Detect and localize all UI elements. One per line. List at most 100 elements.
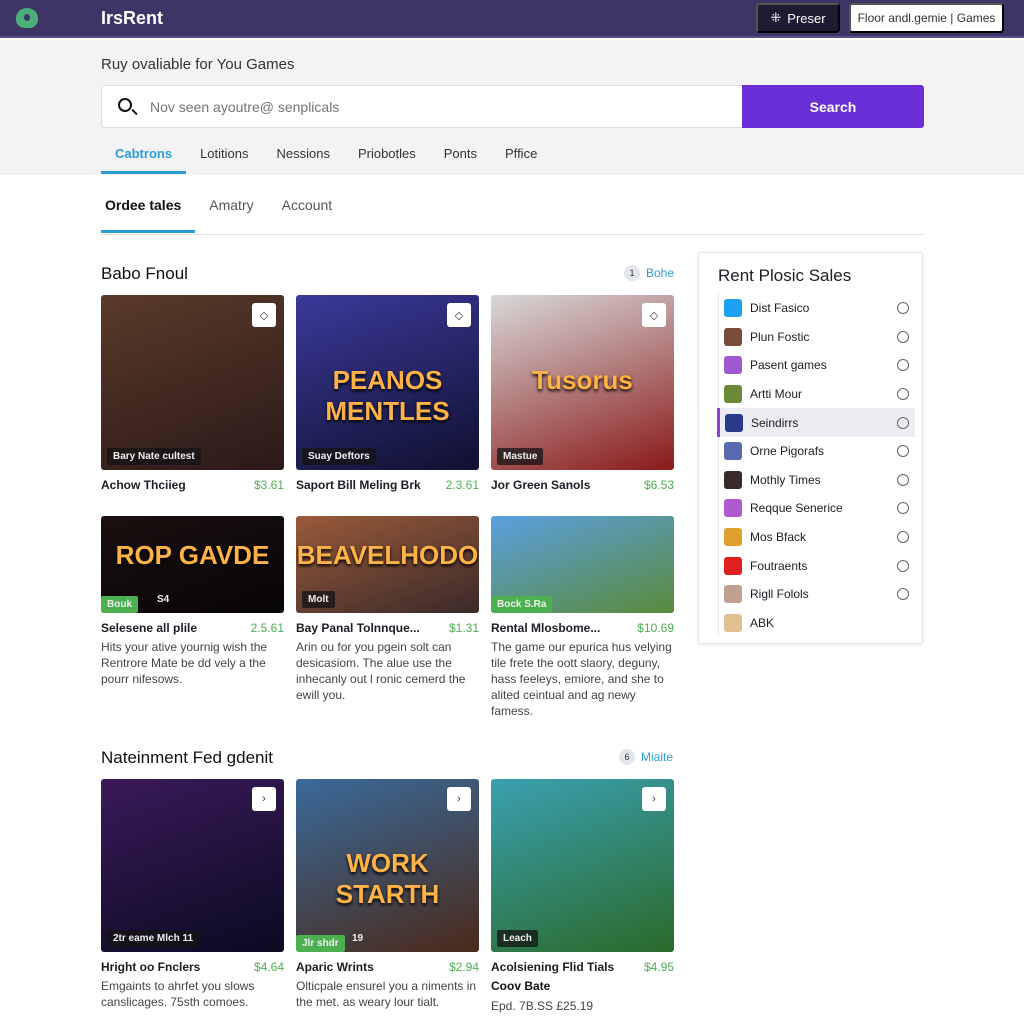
card-badge: Jlr shdr [296,935,345,952]
game-card[interactable]: WORK STARTH Jlr shdr 19 › Aparic Wrints $2.94… [296,779,479,1010]
card-title[interactable]: Saport Bill Meling Brk [296,478,421,492]
games-button[interactable]: Floor andl.gemie | Games [849,3,1004,33]
game-card[interactable]: PEANOS MENTLES Suay Deftors ◇ Saport Bill M… [296,295,479,492]
info-icon[interactable] [897,388,909,401]
game-card[interactable]: BEAVELHODO Molt Bay Panal Tolnnque... $1.31… [296,516,479,703]
game-thumbnail[interactable]: Bock S.Ra [491,516,674,613]
game-icon [724,385,742,404]
tab-0[interactable]: Cabtrons [101,146,187,174]
card-badge: Suay Deftors [302,448,376,465]
card-badge: Leach [497,930,538,947]
sidebar-item-label: Reqque Senerice [750,501,843,516]
tab-2[interactable]: Nessions [262,146,343,174]
search-bar: Search [101,85,924,128]
sidebar-item[interactable]: Mothly Times [719,466,915,495]
card-title[interactable]: Acolsiening Flid Tials [491,960,614,974]
sidebar-item[interactable]: Foutraents [719,551,915,580]
card-price: 2.5.61 [250,621,284,635]
bookmark-icon[interactable]: › [642,787,666,811]
subtab-2[interactable]: Account [268,197,347,233]
game-card[interactable]: 2tr eame Mlch 11 › Hright oo Fnclers $4.64 E… [101,779,284,1010]
subtab-0[interactable]: Ordee tales [101,197,196,233]
logo-icon[interactable] [16,8,38,28]
info-icon[interactable] [897,588,909,601]
bookmark-icon[interactable]: › [447,787,471,811]
info-icon[interactable] [897,302,909,315]
game-card[interactable]: ROP GAVDE Bouk S4 Selesene all plile 2.5.61 H… [101,516,284,687]
info-icon[interactable] [897,359,909,372]
info-icon[interactable] [897,445,909,458]
card-title[interactable]: Hright oo Fnclers [101,960,200,974]
search-button[interactable]: Search [742,85,924,128]
game-icon [724,442,742,461]
section-more-link[interactable]: 6 Miaite [619,749,673,765]
sidebar-item-label: Orne Pigorafs [750,444,825,459]
info-icon[interactable] [897,330,909,343]
card-title[interactable]: Bay Panal Tolnnque... [296,621,420,635]
search-input[interactable] [150,96,730,118]
card-price: $2.94 [448,960,479,974]
preset-button[interactable]: ⁜ Preser [756,3,840,33]
game-thumbnail[interactable]: 2tr eame Mlch 11 › [101,779,284,952]
info-icon[interactable] [897,531,909,544]
section-more-link[interactable]: 1 Bohe [624,265,674,281]
section-title: Babo Fnoul [101,264,188,283]
card-price: $10.69 [637,621,674,635]
info-icon[interactable] [897,559,909,572]
card-badge: Molt [302,591,335,608]
bookmark-icon[interactable]: ◇ [252,303,276,327]
sidebar-item[interactable]: Reqque Senerice [719,494,915,523]
game-thumbnail[interactable]: BEAVELHODO Molt [296,516,479,613]
card-title[interactable]: Jor Green Sanols [491,478,590,492]
card-description: Coov Bate [491,979,551,993]
bookmark-icon[interactable]: ◇ [447,303,471,327]
game-card[interactable]: Bary Nate cultest ◇ Achow Thciieg $3.61 [101,295,284,492]
game-icon [724,299,742,318]
game-thumbnail[interactable]: PEANOS MENTLES Suay Deftors ◇ [296,295,479,470]
sidebar-item[interactable]: Orne Pigorafs [719,437,915,466]
game-card[interactable]: Leach › Acolsiening Flid Tials $4.95 Coov Ba… [491,779,674,1014]
card-title[interactable]: Selesene all plile [101,621,197,635]
game-thumbnail[interactable]: Leach › [491,779,674,952]
sidebar-item[interactable]: Rigll Folols [719,580,915,609]
bookmark-icon[interactable]: › [252,787,276,811]
brand-name[interactable]: IrsRent [101,8,163,29]
sidebar-item[interactable]: Dist Fasico [719,294,915,323]
tab-3[interactable]: Priobotles [344,146,430,174]
sidebar-item[interactable]: Pasent games [719,351,915,380]
card-title[interactable]: Rental Mlosbome... [491,621,600,635]
sidebar-item[interactable]: Seindirrs [717,408,915,437]
sidebar-item[interactable]: ABK [719,609,915,638]
card-header: Aparic Wrints $2.94 [296,960,479,974]
thumbnail-art-text: ROP GAVDE [115,540,270,571]
sidebar-item-label: Rigll Folols [750,587,809,602]
game-card[interactable]: Tusorus Mastue ◇ Jor Green Sanols $6.53 [491,295,674,492]
game-card[interactable]: Bock S.Ra Rental Mlosbome... $10.69 The gam… [491,516,674,719]
grid-icon: ⁜ [770,10,782,25]
sidebar-list: Dist Fasico Plun Fostic Pasent games Artti … [717,294,915,638]
thumbnail-art-text: Tusorus [532,365,633,395]
sidebar-item[interactable]: Plun Fostic [719,323,915,352]
sidebar-item-label: Plun Fostic [750,329,810,344]
card-header: Acolsiening Flid Tials $4.95 [491,960,674,974]
tab-5[interactable]: Pffice [491,146,551,174]
info-icon[interactable] [897,416,909,429]
tab-1[interactable]: Lotitions [186,146,262,174]
game-thumbnail[interactable]: ROP GAVDE Bouk S4 [101,516,284,613]
sidebar-item[interactable]: Artti Mour [719,380,915,409]
card-title[interactable]: Achow Thciieg [101,478,186,492]
card-title[interactable]: Aparic Wrints [296,960,374,974]
subtab-1[interactable]: Amatry [195,197,267,233]
sidebar-item[interactable]: Mos Bfack [719,523,915,552]
card-description: Arin ou for you pgein solt can desicasio… [296,640,466,702]
game-thumbnail[interactable]: WORK STARTH Jlr shdr 19 › [296,779,479,952]
info-icon[interactable] [897,502,909,515]
game-thumbnail[interactable]: Tusorus Mastue ◇ [491,295,674,470]
card-badge: Mastue [497,448,544,465]
card-badge: Bouk [101,596,138,613]
hero-title: Ruy ovaliable for You Games [101,56,295,73]
game-thumbnail[interactable]: Bary Nate cultest ◇ [101,295,284,470]
tab-4[interactable]: Ponts [430,146,491,174]
bookmark-icon[interactable]: ◇ [642,303,666,327]
info-icon[interactable] [897,473,909,486]
